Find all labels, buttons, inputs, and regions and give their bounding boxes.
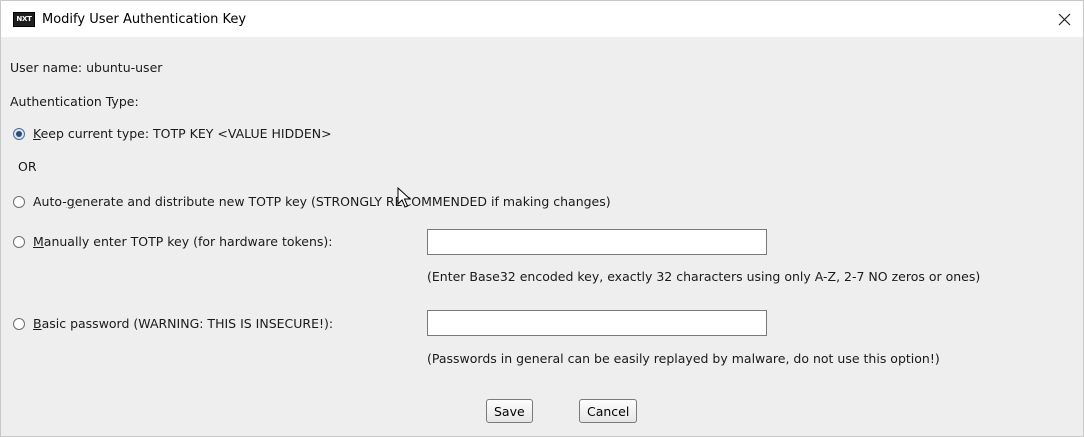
user-name-label: User name: ubuntu-user bbox=[10, 60, 163, 75]
radio-button[interactable] bbox=[13, 235, 25, 248]
or-separator: OR bbox=[18, 159, 37, 174]
radio-keep-current[interactable]: Keep current type: TOTP KEY <VALUE HIDDE… bbox=[13, 126, 332, 141]
title-bar: NXT Modify User Authentication Key bbox=[1, 1, 1083, 37]
window-title: Modify User Authentication Key bbox=[42, 11, 247, 27]
radio-button-selected[interactable] bbox=[13, 127, 25, 140]
close-button[interactable] bbox=[1049, 5, 1079, 33]
dialog-window: NXT Modify User Authentication Key User … bbox=[0, 0, 1084, 437]
radio-keep-current-label: Keep current type: TOTP KEY <VALUE HIDDE… bbox=[33, 126, 332, 141]
radio-button[interactable] bbox=[13, 317, 25, 330]
radio-basic-password[interactable]: Basic password (WARNING: THIS IS INSECUR… bbox=[13, 316, 333, 331]
radio-auto-generate-label: Auto-generate and distribute new TOTP ke… bbox=[33, 194, 611, 209]
basic-password-hint: (Passwords in general can be easily repl… bbox=[427, 351, 940, 366]
basic-password-input[interactable] bbox=[427, 310, 767, 336]
cancel-button[interactable]: Cancel bbox=[579, 399, 638, 423]
dialog-content: User name: ubuntu-user Authentication Ty… bbox=[1, 37, 1083, 436]
radio-manual-totp[interactable]: Manually enter TOTP key (for hardware to… bbox=[13, 234, 333, 249]
auth-type-label: Authentication Type: bbox=[10, 94, 139, 109]
save-button[interactable]: Save bbox=[486, 399, 533, 423]
radio-basic-password-label: Basic password (WARNING: THIS IS INSECUR… bbox=[33, 316, 334, 331]
totp-key-input[interactable] bbox=[427, 229, 767, 255]
radio-auto-generate[interactable]: Auto-generate and distribute new TOTP ke… bbox=[13, 194, 611, 209]
close-icon bbox=[1058, 13, 1070, 25]
radio-manual-totp-label: Manually enter TOTP key (for hardware to… bbox=[33, 234, 333, 249]
app-icon: NXT bbox=[13, 11, 35, 27]
totp-key-hint: (Enter Base32 encoded key, exactly 32 ch… bbox=[427, 269, 981, 284]
radio-button[interactable] bbox=[13, 195, 25, 208]
